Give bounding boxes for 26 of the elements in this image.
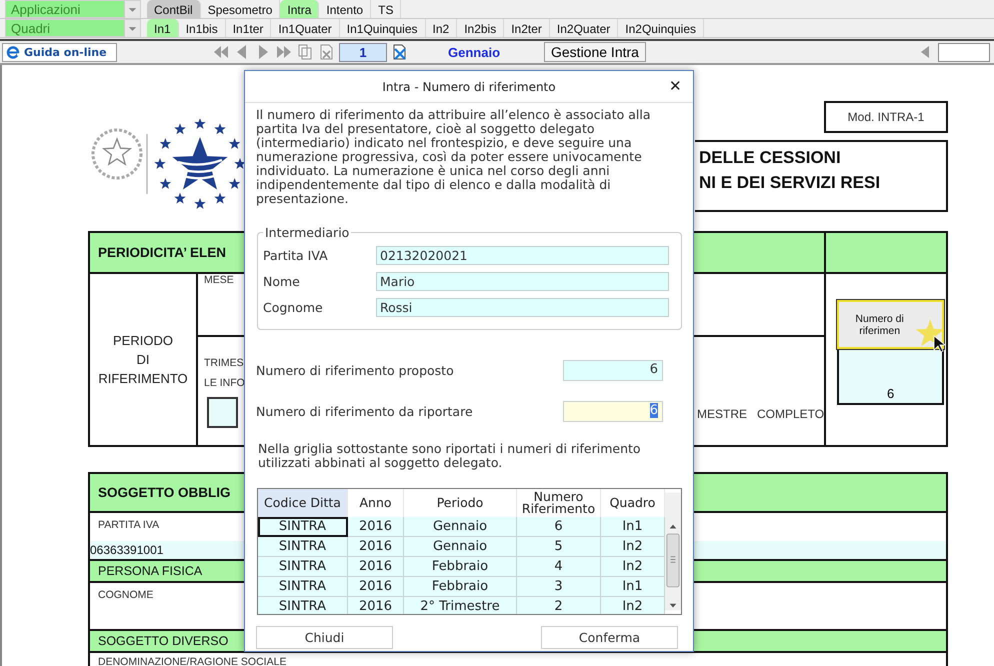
section-title: SOGGETTO OBBLIG [98, 485, 231, 500]
quarter-option-label: MESTRE COMPLETO [697, 407, 824, 421]
info-label: LE INFO [204, 377, 245, 389]
field-label: Nome [263, 274, 301, 288]
dialog-title: Intra - Numero di riferimento [382, 80, 556, 94]
period-label: PERIODO DI RIFERIMENTO [98, 332, 188, 388]
field-label: Numero di riferimento da riportare [256, 404, 473, 419]
model-label: Mod. INTRA-1 [824, 101, 948, 133]
company-name-label: DENOMINAZIONE/RAGIONE SOCIALE [98, 656, 286, 666]
form-title: NI E DEI SERVIZI RESI [699, 173, 882, 193]
field-label: Partita IVA [263, 248, 329, 262]
grid-note: Nella griglia sottostante sono riportati i numeri di riferimento utilizzati abbinati al soggetto delegato. [258, 442, 642, 470]
section-title: PERSONA FISICA [98, 564, 202, 578]
month-label: Gennaio [448, 44, 502, 60]
section-title: SOGGETTO DIVERSO [98, 634, 228, 648]
intro-text: Il numero di riferimento da attribuire all’elenco è associato alla partita Iva del presentatore, cioè al soggetto delegato (intermediario) indicato nel frontespizio, e deve seguire una numerazione progressiva, così da poter essere univocamente individuato. La numerazione è unica nel corso degli anni indipendentemente dal tipo di elenco e dalla modalità di presentazione. [256, 108, 652, 206]
form-title: DELLE CESSIONI [699, 148, 842, 168]
section-title: PERIODICITA’ ELEN [98, 245, 226, 260]
field-label: Cognome [263, 300, 324, 314]
quarter-label: TRIMES [204, 357, 244, 369]
reference-number-field: 6 [837, 349, 944, 405]
group-legend: Intermediario [263, 225, 352, 240]
vat-label: PARTITA IVA [98, 519, 160, 531]
field-label: Numero di riferimento proposto [256, 363, 454, 378]
surname-label: COGNOME [98, 589, 154, 601]
month-label: MESE [204, 274, 234, 286]
